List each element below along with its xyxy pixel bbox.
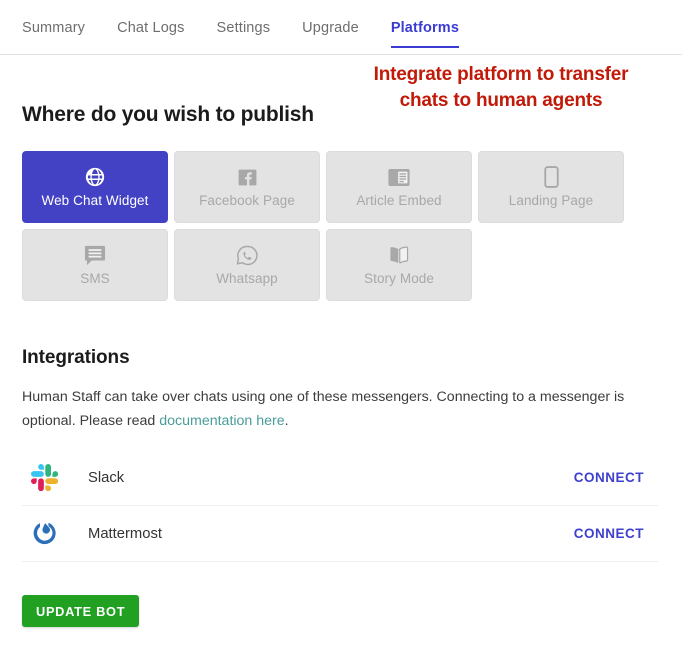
platform-tile-label: Web Chat Widget [41,193,149,208]
platform-tile-grid: Web Chat Widget Facebook Page Article Em… [22,151,662,301]
mattermost-icon [22,519,66,548]
update-bot-button[interactable]: UPDATE BOT [22,595,140,627]
integrations-description-text: Human Staff can take over chats using on… [22,389,625,429]
platform-tile-article-embed[interactable]: Article Embed [326,151,472,223]
platforms-page: Summary Chat Logs Settings Upgrade Platf… [0,0,682,655]
platform-tile-web-chat-widget[interactable]: Web Chat Widget [22,151,168,223]
platform-tile-label: Whatsapp [216,271,278,286]
integration-name: Mattermost [88,525,162,542]
integration-row-slack: Slack CONNECT [22,450,658,506]
documentation-link[interactable]: documentation here [159,413,284,429]
platform-tile-label: Landing Page [508,193,594,208]
tab-bar: Summary Chat Logs Settings Upgrade Platf… [0,0,682,55]
tab-upgrade[interactable]: Upgrade [302,20,359,47]
book-icon [388,244,410,266]
mobile-icon [540,166,562,188]
integrations-heading: Integrations [22,347,130,368]
platform-tile-label: Article Embed [356,193,442,208]
platform-tile-landing-page[interactable]: Landing Page [478,151,624,223]
tab-summary[interactable]: Summary [22,20,85,47]
publish-heading: Where do you wish to publish [22,103,314,126]
platform-tile-story-mode[interactable]: Story Mode [326,229,472,301]
integrations-description-period: . [284,413,289,429]
article-icon [388,166,410,188]
connect-button-slack[interactable]: CONNECT [574,470,658,485]
message-icon [84,244,106,266]
platform-tile-facebook-page[interactable]: Facebook Page [174,151,320,223]
connect-button-mattermost[interactable]: CONNECT [574,526,658,541]
annotation-line-1: Integrate platform to transfer [373,64,629,85]
integration-name: Slack [88,469,125,486]
globe-icon [84,166,106,188]
integrations-description: Human Staff can take over chats using on… [22,385,654,433]
facebook-icon [236,166,258,188]
tab-platforms[interactable]: Platforms [390,20,460,48]
platform-tile-sms[interactable]: SMS [22,229,168,301]
platform-tile-label: Story Mode [363,271,435,286]
platform-tile-label: Facebook Page [199,193,295,208]
annotation-line-2: chats to human agents [399,90,603,111]
tab-chat-logs[interactable]: Chat Logs [117,20,184,47]
platform-tile-label: SMS [80,271,110,286]
annotation-callout: Integrate platform to transfer chats to … [320,62,682,114]
tab-settings[interactable]: Settings [217,20,271,47]
slack-icon [22,464,66,491]
whatsapp-icon [236,244,258,266]
integrations-list: Slack CONNECT Mattermost CONNECT [22,450,658,562]
integration-row-mattermost: Mattermost CONNECT [22,506,658,562]
platform-tile-whatsapp[interactable]: Whatsapp [174,229,320,301]
